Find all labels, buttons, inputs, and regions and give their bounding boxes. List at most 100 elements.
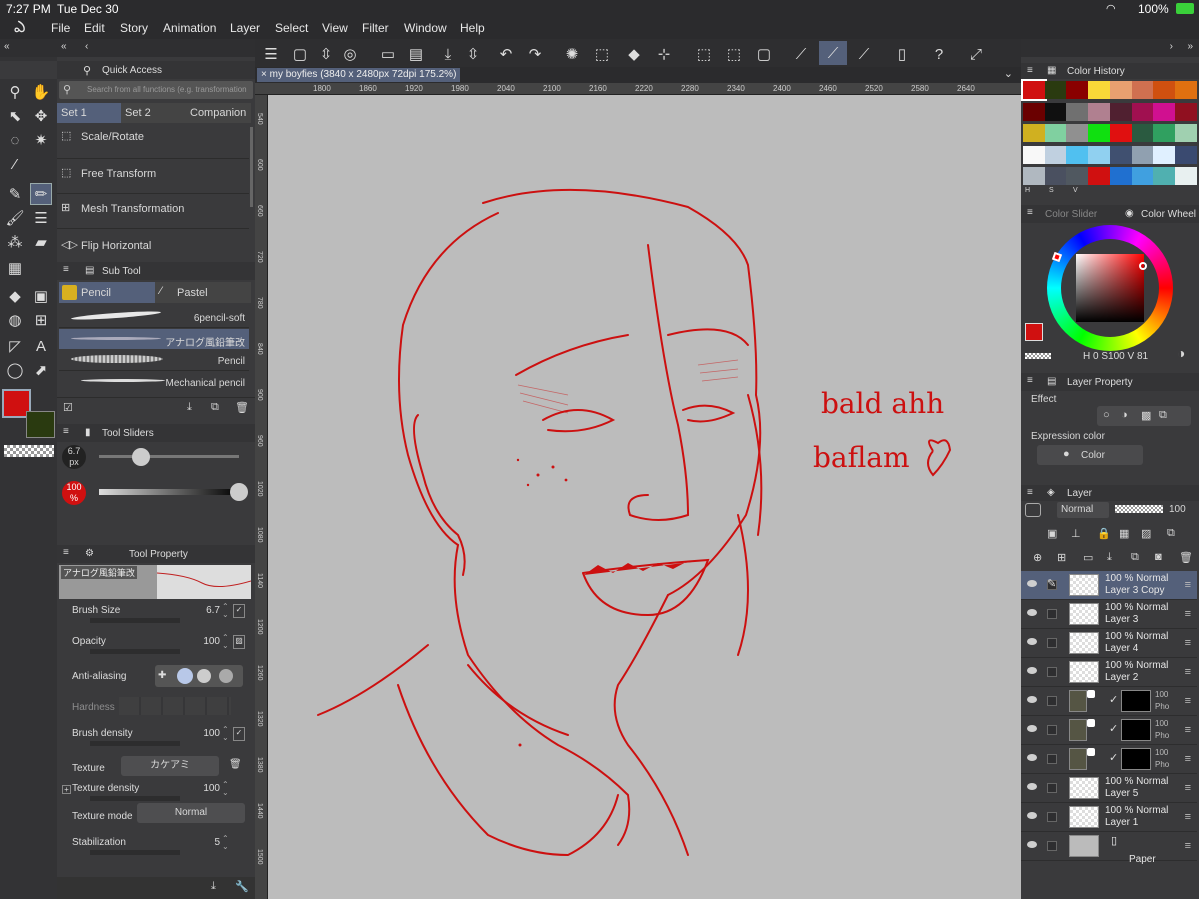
stepper-icon[interactable]: ⌃ ⌄: [222, 603, 231, 619]
aa-none-icon[interactable]: ✚: [158, 670, 170, 682]
layer-toggle-checkbox[interactable]: [1047, 667, 1057, 677]
sub-tool-settings-icon[interactable]: ☑: [63, 401, 73, 414]
move-icon[interactable]: ✥: [30, 105, 52, 127]
blend-mode-select[interactable]: Normal: [1057, 502, 1109, 518]
wrench-icon[interactable]: 🔧: [235, 880, 249, 893]
menu-edit[interactable]: Edit: [84, 21, 105, 35]
gradient-icon[interactable]: ▣: [30, 285, 52, 307]
chevron-down-icon[interactable]: ⌄: [1004, 67, 1013, 80]
color-history-swatch[interactable]: [1109, 167, 1132, 185]
layer-menu-icon[interactable]: ≡: [1185, 666, 1191, 678]
color-history-swatch[interactable]: [1088, 124, 1111, 142]
open-icon[interactable]: ▤: [405, 43, 427, 65]
reset-icon[interactable]: ⤓: [211, 880, 216, 893]
aa-strong-icon[interactable]: [219, 669, 233, 683]
zoom-icon[interactable]: ⚲: [4, 81, 26, 103]
effect-buttons[interactable]: ○ ◑ ▩ ⧉: [1097, 406, 1191, 426]
transparent-swatch[interactable]: [1025, 353, 1051, 359]
layer-mask-thumbnail[interactable]: [1121, 719, 1151, 741]
chevron-right-icon[interactable]: ›: [1170, 41, 1173, 52]
layer-menu-icon[interactable]: ≡: [1185, 782, 1191, 794]
frame-icon[interactable]: ⊞: [30, 309, 52, 331]
layer-toggle-checkbox[interactable]: [1047, 783, 1057, 793]
color-history-swatch[interactable]: [1066, 167, 1089, 185]
airbrush-icon[interactable]: ⁂: [4, 231, 26, 253]
brush-density-bar[interactable]: [90, 741, 180, 746]
color-history-swatch[interactable]: [1023, 102, 1045, 121]
stepper-icon[interactable]: ⌃ ⌄: [222, 781, 231, 797]
layer-color-toggle[interactable]: [1025, 503, 1041, 517]
layer-menu-icon[interactable]: ≡: [1185, 608, 1191, 620]
layer-toggle-checkbox[interactable]: [1047, 725, 1057, 735]
layer-toggle-checkbox[interactable]: [1047, 812, 1057, 822]
brush-item-analog-pencil[interactable]: アナログ風鉛筆改: [59, 329, 249, 349]
brush-icon[interactable]: 🖌: [4, 207, 26, 229]
color-history-swatch[interactable]: [1109, 81, 1132, 99]
color-history-swatch[interactable]: [1023, 145, 1045, 164]
visibility-eye-icon[interactable]: [1027, 812, 1037, 819]
texture-select[interactable]: カケアミ: [121, 756, 219, 776]
pencil-icon[interactable]: ✏: [30, 183, 52, 205]
fullscreen-icon[interactable]: ⤢: [965, 43, 987, 65]
color-picker-handle[interactable]: [1139, 262, 1147, 270]
visibility-eye-icon[interactable]: [1027, 696, 1037, 703]
texture-mode-select[interactable]: Normal: [137, 803, 245, 823]
layer-menu-icon[interactable]: ≡: [1185, 579, 1191, 591]
layer-row[interactable]: 100 Pho ≡ ✓: [1021, 716, 1197, 745]
invert-selection-icon[interactable]: ⬚: [723, 43, 745, 65]
hardness-selector[interactable]: [119, 697, 231, 715]
stepper-icon[interactable]: ⌃ ⌄: [222, 726, 231, 742]
opacity-slider[interactable]: [99, 483, 248, 501]
collapse-icon[interactable]: «: [61, 41, 67, 52]
brush-item-6pencil-soft[interactable]: 6pencil-soft: [59, 307, 249, 328]
color-history-swatch[interactable]: [1044, 81, 1067, 99]
color-history-swatch[interactable]: [1174, 124, 1197, 142]
trash-icon[interactable]: 🗑: [229, 759, 242, 770]
brush-item-mechanical-pencil[interactable]: Mechanical pencil: [59, 372, 249, 393]
visibility-eye-icon[interactable]: [1027, 725, 1037, 732]
aa-medium-icon[interactable]: [197, 669, 211, 683]
ruler-line-icon[interactable]: ⟋: [853, 43, 875, 65]
border-effect-icon[interactable]: ○: [1103, 409, 1110, 421]
menu-view[interactable]: View: [322, 21, 348, 35]
color-history-swatch[interactable]: [1153, 167, 1176, 185]
layer-row[interactable]: 100 % Normal Layer 3 ≡: [1021, 600, 1197, 629]
color-history-swatch[interactable]: [1023, 124, 1045, 142]
lock-transparency-icon[interactable]: ▦: [1119, 527, 1129, 540]
blend-effect-icon[interactable]: ⧉: [1159, 409, 1167, 422]
color-history-swatch[interactable]: [1153, 81, 1176, 99]
menu-file[interactable]: File: [51, 21, 70, 35]
color-history-swatch[interactable]: [1174, 81, 1197, 99]
eraser-icon[interactable]: ▰: [30, 231, 52, 253]
layer-row[interactable]: 100 Pho ≡ ✓: [1021, 687, 1197, 716]
aa-weak-icon[interactable]: [177, 668, 193, 684]
balloon-icon[interactable]: ◯: [4, 359, 26, 381]
color-settings-icon[interactable]: ◑: [1177, 345, 1185, 361]
layer-menu-icon[interactable]: ≡: [1185, 753, 1191, 765]
layer-menu-icon[interactable]: ≡: [1185, 811, 1191, 823]
layer-row[interactable]: 100 % Normal Layer 4 ≡: [1021, 629, 1197, 658]
redo-icon[interactable]: ↷: [524, 43, 546, 65]
visibility-eye-icon[interactable]: [1027, 783, 1037, 790]
color-history-swatch[interactable]: [1044, 145, 1067, 164]
pen-icon[interactable]: ✎: [4, 183, 26, 205]
color-history-swatch[interactable]: [1088, 102, 1111, 121]
figure-icon[interactable]: ◸: [4, 335, 26, 357]
color-history-swatch[interactable]: [1109, 124, 1132, 142]
color-history-swatch[interactable]: [1088, 145, 1111, 164]
fill-icon[interactable]: ◆: [4, 285, 26, 307]
color-history-swatch[interactable]: [1109, 102, 1132, 121]
fill-bucket-icon[interactable]: ◆: [623, 43, 645, 65]
layer-toggle-checkbox[interactable]: [1047, 841, 1057, 851]
new-vector-layer-icon[interactable]: ⊞: [1057, 551, 1066, 564]
menu-animation[interactable]: Animation: [163, 21, 216, 35]
menu-filter[interactable]: Filter: [362, 21, 389, 35]
menu-handle-icon[interactable]: ≡: [1027, 375, 1033, 386]
layer-toggle-checkbox[interactable]: [1047, 609, 1057, 619]
menu-handle-icon[interactable]: ≡: [63, 426, 69, 437]
export-icon[interactable]: ⤓: [437, 43, 459, 65]
tab-color-slider[interactable]: Color Slider: [1045, 209, 1097, 220]
sub-color-swatch[interactable]: [26, 411, 55, 438]
layer-toggle-checkbox[interactable]: [1047, 696, 1057, 706]
merge-icon[interactable]: ⧉: [1131, 551, 1139, 564]
